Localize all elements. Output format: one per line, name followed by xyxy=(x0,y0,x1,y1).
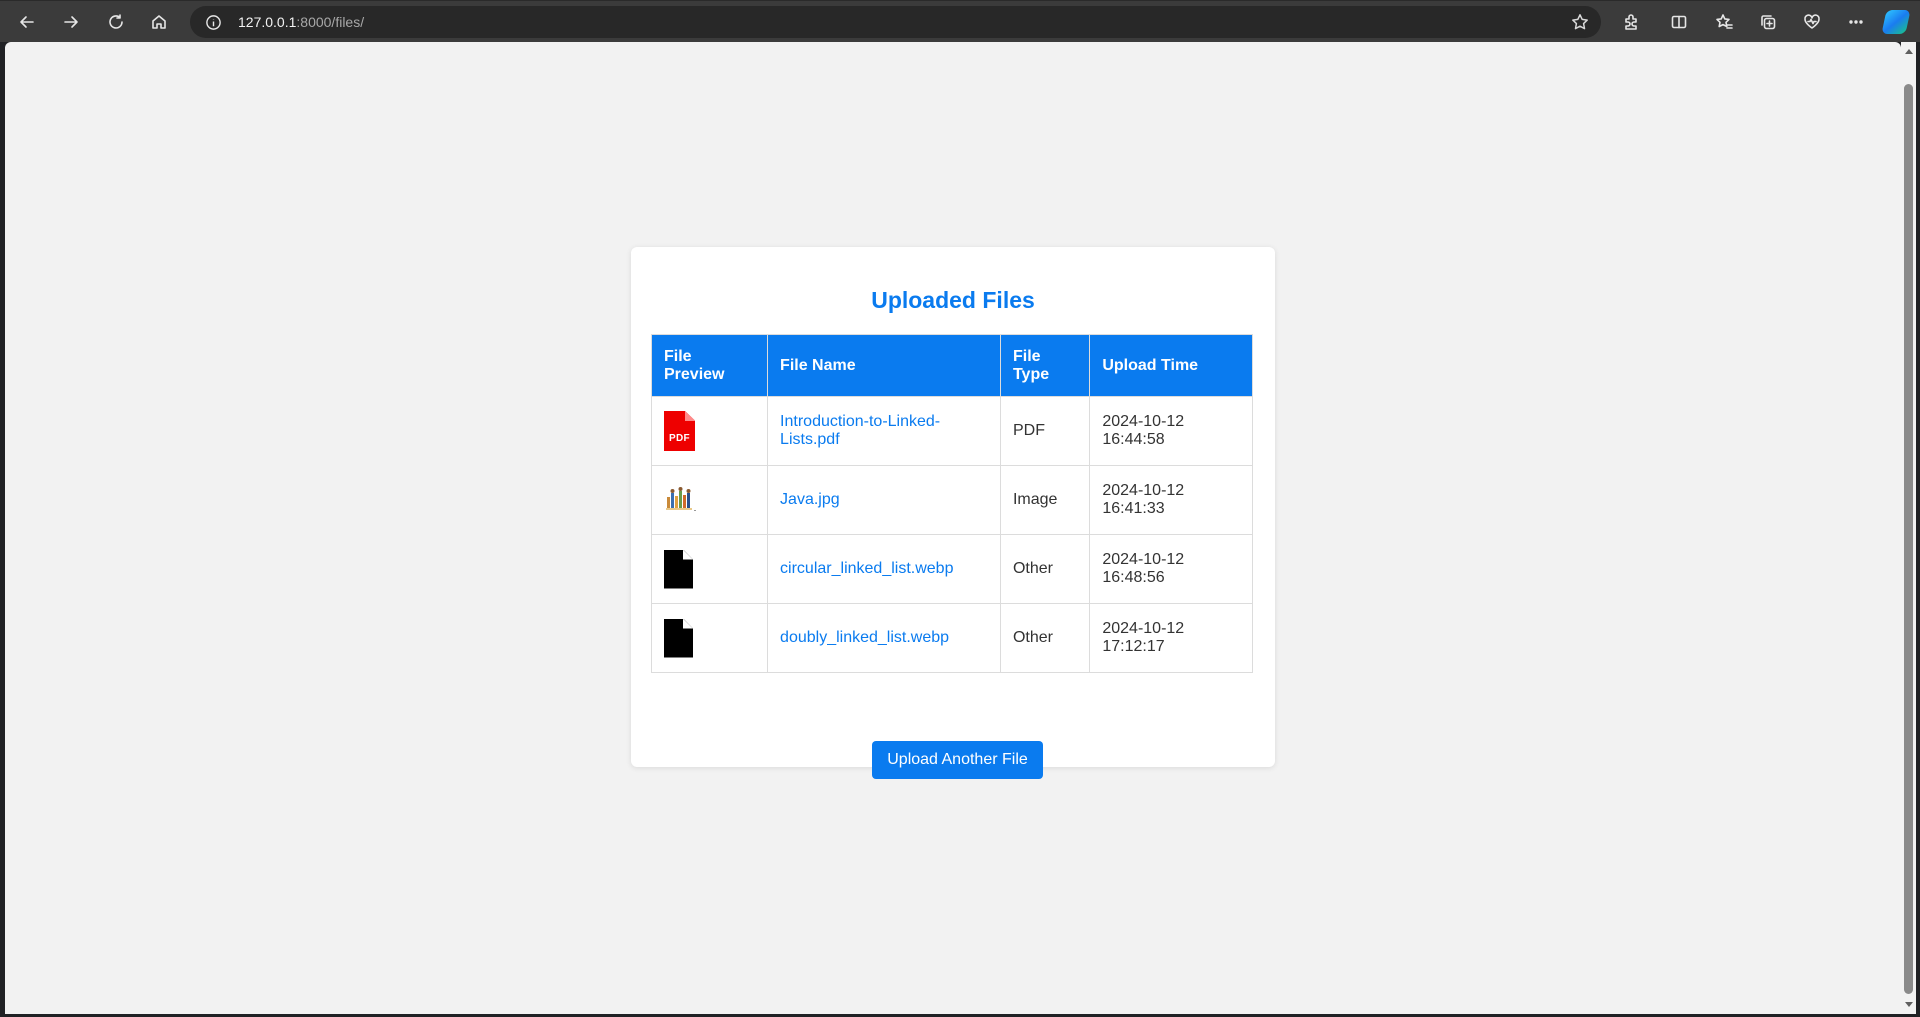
more-icon[interactable] xyxy=(1841,7,1871,37)
file-type-cell: PDF xyxy=(999,396,1091,466)
upload-time-cell: 2024-10-12 16:41:33 xyxy=(1089,465,1253,535)
upload-time-cell: 2024-10-12 17:12:17 xyxy=(1089,603,1253,673)
table-row: doubly_linked_list.webp Other 2024-10-12… xyxy=(650,603,1253,673)
favorite-star-icon[interactable] xyxy=(1571,13,1589,31)
file-name-cell: circular_linked_list.webp xyxy=(767,534,1001,604)
file-link[interactable]: circular_linked_list.webp xyxy=(780,560,953,577)
pdf-icon: PDF xyxy=(664,411,695,451)
table-header-row: File Preview File Name File Type Upload … xyxy=(650,334,1253,397)
column-header-name: File Name xyxy=(767,334,1001,397)
file-type-cell: Image xyxy=(999,465,1091,535)
table-row: circular_linked_list.webp Other 2024-10-… xyxy=(650,534,1253,604)
url-path: :8000/files/ xyxy=(296,14,365,30)
file-icon xyxy=(664,549,693,589)
upload-time-cell: 2024-10-12 16:48:56 xyxy=(1089,534,1253,604)
forward-icon[interactable] xyxy=(56,7,86,37)
preview-cell: PDF xyxy=(650,396,769,466)
column-header-type: File Type xyxy=(999,334,1091,397)
column-header-time: Upload Time xyxy=(1089,334,1253,397)
browser-essentials-icon[interactable] xyxy=(1797,7,1827,37)
address-bar[interactable]: 127.0.0.1:8000/files/ xyxy=(190,6,1601,38)
upload-time-cell: 2024-10-12 16:44:58 xyxy=(1089,396,1253,466)
file-type-cell: Other xyxy=(999,603,1091,673)
home-icon[interactable] xyxy=(144,7,174,37)
preview-cell xyxy=(650,465,769,535)
favorites-icon[interactable] xyxy=(1709,7,1739,37)
file-name-cell: Introduction-to-Linked-Lists.pdf xyxy=(767,396,1001,466)
upload-another-file-button[interactable]: Upload Another File xyxy=(872,741,1043,779)
preview-cell xyxy=(650,603,769,673)
back-icon[interactable] xyxy=(12,7,42,37)
files-table: File Preview File Name File Type Upload … xyxy=(650,334,1253,673)
file-name-cell: Java.jpg xyxy=(767,465,1001,535)
info-icon[interactable] xyxy=(204,13,222,31)
file-name-cell: doubly_linked_list.webp xyxy=(767,603,1001,673)
collections-icon[interactable] xyxy=(1753,7,1783,37)
preview-cell xyxy=(650,534,769,604)
page-viewport: Uploaded Files File Preview File Name Fi… xyxy=(5,42,1901,1014)
scroll-down-icon[interactable] xyxy=(1905,1002,1913,1007)
page-title: Uploaded Files xyxy=(871,287,1035,313)
file-link[interactable]: Java.jpg xyxy=(780,491,840,508)
files-card: Uploaded Files File Preview File Name Fi… xyxy=(631,247,1275,779)
url-text[interactable]: 127.0.0.1:8000/files/ xyxy=(238,14,364,30)
extensions-icon[interactable] xyxy=(1616,7,1646,37)
copilot-icon[interactable] xyxy=(1881,10,1911,34)
page-scrollbar[interactable] xyxy=(1901,42,1916,1014)
scrollbar-thumb[interactable] xyxy=(1904,84,1913,994)
image-thumbnail xyxy=(664,482,698,513)
refresh-icon[interactable] xyxy=(101,7,131,37)
file-link[interactable]: Introduction-to-Linked-Lists.pdf xyxy=(780,413,940,448)
table-row: PDF Introduction-to-Linked-Lists.pdf PDF… xyxy=(650,396,1253,466)
table-row: Java.jpg Image 2024-10-12 16:41:33 xyxy=(650,465,1253,535)
file-type-cell: Other xyxy=(999,534,1091,604)
browser-toolbar: 127.0.0.1:8000/files/ xyxy=(0,0,1920,42)
url-host: 127.0.0.1 xyxy=(238,14,297,30)
column-header-preview: File Preview xyxy=(650,334,769,397)
split-screen-icon[interactable] xyxy=(1664,7,1694,37)
file-icon xyxy=(664,618,693,658)
scroll-up-icon[interactable] xyxy=(1905,49,1913,54)
file-link[interactable]: doubly_linked_list.webp xyxy=(780,629,949,646)
